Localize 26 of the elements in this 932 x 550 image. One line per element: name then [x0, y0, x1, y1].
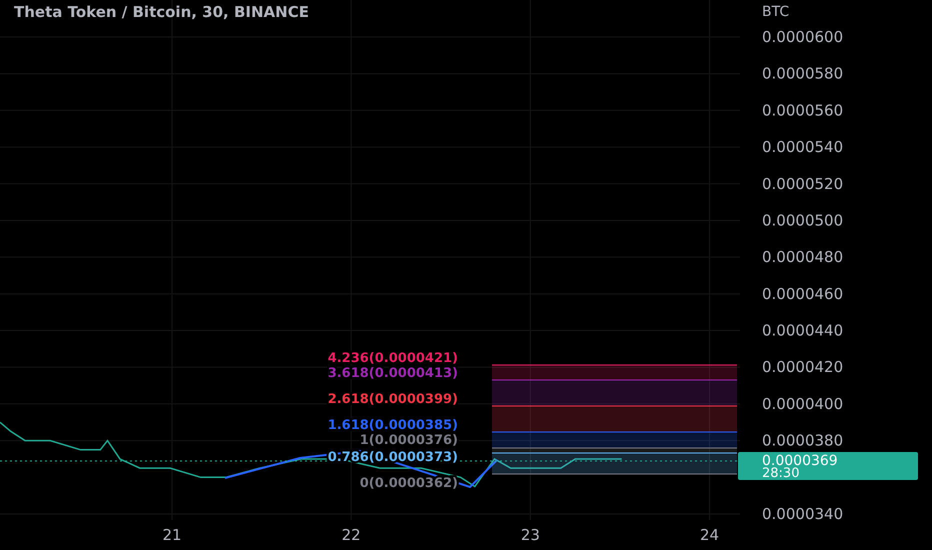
- chart-title: Theta Token / Bitcoin, 30, BINANCE: [14, 3, 309, 21]
- currency-label: BTC: [762, 4, 790, 20]
- price-axis-label: 0.0000560: [762, 101, 844, 120]
- time-axis-label: 23: [520, 526, 540, 544]
- fib-level-label: 1(0.0000376): [360, 433, 458, 448]
- fib-level-label: 3.618(0.0000413): [328, 366, 458, 381]
- price-axis-label: 0.0000380: [762, 432, 844, 450]
- price-axis-label: 0.0000420: [762, 358, 844, 376]
- price-axis-label: 0.0000540: [762, 138, 844, 156]
- countdown-timer: 28:30: [762, 466, 800, 481]
- price-axis-label: 0.0000440: [762, 322, 844, 340]
- price-axis-label: 0.0000600: [762, 28, 844, 46]
- price-axis-label: 0.0000460: [762, 284, 844, 303]
- price-axis-label: 0.0000520: [762, 174, 844, 193]
- fib-level-label: 4.236(0.0000421): [328, 351, 458, 366]
- fib-level-label: 0(0.0000362): [360, 476, 458, 491]
- time-axis-label: 21: [162, 526, 182, 544]
- price-axis-label: 0.0000340: [762, 505, 844, 523]
- price-axis-label: 0.0000480: [762, 248, 844, 266]
- time-axis-label: 24: [700, 526, 720, 544]
- time-axis-label: 22: [342, 526, 361, 544]
- fib-level-label: 1.618(0.0000385): [328, 418, 458, 433]
- price-axis-label: 0.0000500: [762, 211, 844, 230]
- fib-level-label: 2.618(0.0000399): [328, 392, 458, 407]
- price-axis-label: 0.0000400: [762, 394, 844, 413]
- price-axis-label: 0.0000580: [762, 64, 844, 83]
